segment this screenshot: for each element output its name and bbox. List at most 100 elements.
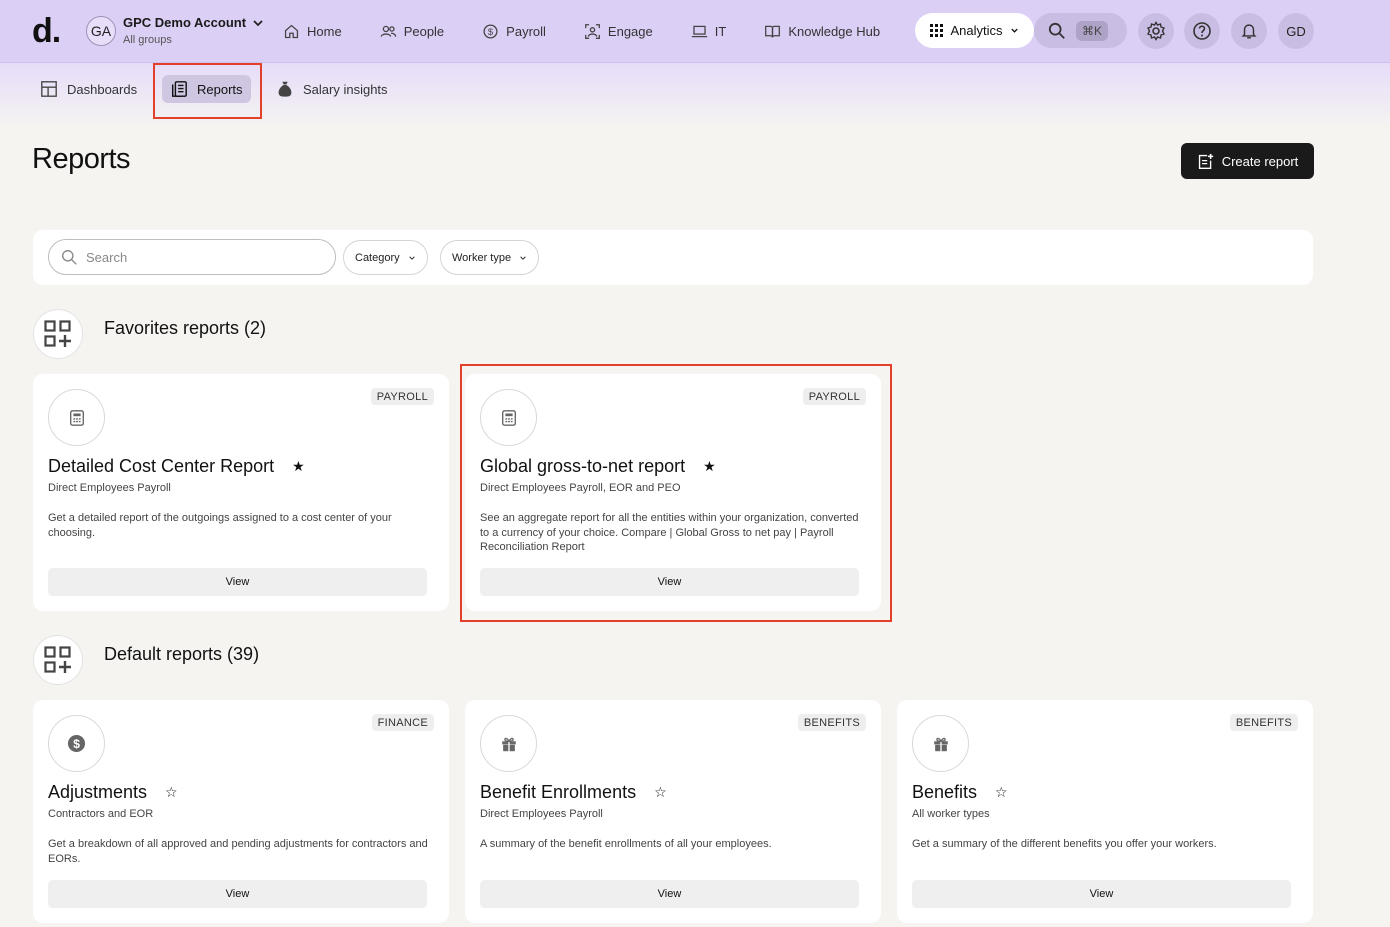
tab-label: Dashboards bbox=[67, 81, 138, 97]
nav-item-payroll[interactable]: $ Payroll bbox=[482, 23, 546, 40]
user-avatar-button[interactable]: GD bbox=[1278, 13, 1314, 49]
star-outline-icon[interactable]: ☆ bbox=[995, 784, 1008, 801]
account-avatar: GA bbox=[86, 16, 116, 46]
tab-label: Salary insights bbox=[303, 81, 388, 97]
people-icon bbox=[380, 25, 397, 37]
svg-text:$: $ bbox=[488, 27, 494, 37]
card-title[interactable]: Benefits bbox=[912, 782, 977, 803]
search-input[interactable] bbox=[86, 249, 306, 265]
tab-reports[interactable]: Reports bbox=[162, 75, 251, 103]
create-report-button[interactable]: Create report bbox=[1181, 143, 1314, 179]
view-button[interactable]: View bbox=[480, 568, 859, 596]
card-icon-wrapper bbox=[480, 715, 537, 772]
star-filled-icon[interactable]: ★ bbox=[703, 458, 716, 475]
nav-item-it[interactable]: IT bbox=[691, 23, 726, 40]
report-search[interactable] bbox=[48, 239, 336, 275]
nav-item-label: Payroll bbox=[506, 24, 546, 39]
calculator-icon bbox=[69, 409, 84, 426]
star-outline-icon[interactable]: ☆ bbox=[654, 784, 667, 801]
card-icon-wrapper: $ bbox=[48, 715, 105, 772]
chevron-down-icon bbox=[1010, 28, 1018, 33]
card-description: Get a detailed report of the outgoings a… bbox=[48, 512, 392, 539]
dollar-coin-icon: $ bbox=[67, 734, 86, 753]
user-initials: GD bbox=[1286, 23, 1306, 39]
view-button[interactable]: View bbox=[48, 568, 427, 596]
nav-item-engage[interactable]: Engage bbox=[584, 23, 653, 40]
analytics-menu-button[interactable]: Analytics bbox=[915, 13, 1034, 48]
star-outline-icon[interactable]: ☆ bbox=[165, 784, 178, 801]
card-title[interactable]: Global gross-to-net report bbox=[480, 456, 685, 477]
nav-item-home[interactable]: Home bbox=[283, 23, 342, 40]
laptop-icon bbox=[691, 25, 707, 38]
add-document-icon bbox=[1198, 153, 1213, 169]
nav-item-label: People bbox=[403, 24, 445, 39]
card-subtitle: All worker types bbox=[912, 808, 990, 820]
analytics-label: Analytics bbox=[950, 23, 1003, 38]
category-badge: PAYROLL bbox=[802, 388, 866, 405]
default-section-title: Default reports (39) bbox=[104, 644, 260, 664]
home-icon bbox=[284, 24, 299, 39]
card-subtitle: Direct Employees Payroll bbox=[480, 808, 603, 820]
book-icon bbox=[765, 25, 781, 38]
report-card: PAYROLL Global gross-to-net report ★ Dir… bbox=[465, 374, 881, 611]
card-subtitle: Direct Employees Payroll bbox=[48, 482, 171, 494]
deel-logo[interactable]: d. bbox=[32, 12, 61, 51]
tab-label: Reports bbox=[197, 81, 243, 97]
view-button[interactable]: View bbox=[912, 880, 1291, 908]
card-icon-wrapper bbox=[912, 715, 969, 772]
nav-item-knowledge-hub[interactable]: Knowledge Hub bbox=[764, 23, 880, 40]
card-icon-wrapper bbox=[48, 389, 105, 446]
account-name: GPC Demo Account bbox=[123, 15, 247, 31]
view-button[interactable]: View bbox=[48, 880, 427, 908]
help-button[interactable] bbox=[1184, 13, 1220, 49]
grid-add-icon bbox=[44, 646, 71, 673]
card-title[interactable]: Adjustments bbox=[48, 782, 147, 803]
main-nav: Home People $ Payroll Engage IT Knowledg… bbox=[283, 0, 918, 63]
grid-add-icon bbox=[44, 320, 71, 347]
category-label: Category bbox=[355, 251, 400, 264]
tab-salary-insights[interactable]: Salary insights bbox=[268, 75, 396, 103]
account-switcher[interactable]: GA GPC Demo Account All groups bbox=[86, 15, 264, 46]
tab-dashboards[interactable]: Dashboards bbox=[32, 75, 145, 103]
dashboard-icon bbox=[41, 81, 57, 97]
default-section-icon bbox=[33, 635, 83, 685]
report-card: PAYROLL Detailed Cost Center Report ★ Di… bbox=[33, 374, 449, 611]
search-icon bbox=[62, 249, 77, 265]
grid-icon bbox=[930, 24, 944, 37]
card-subtitle: Direct Employees Payroll, EOR and PEO bbox=[480, 482, 681, 494]
money-bag-icon bbox=[278, 81, 292, 97]
nav-item-label: Knowledge Hub bbox=[788, 24, 881, 39]
nav-item-label: Home bbox=[307, 24, 342, 39]
chevron-down-icon bbox=[408, 255, 415, 260]
view-button[interactable]: View bbox=[480, 880, 859, 908]
card-description: A summary of the benefit enrollments of … bbox=[480, 838, 772, 850]
sub-nav: Dashboards Reports Salary insights bbox=[0, 63, 1390, 128]
card-icon-wrapper bbox=[480, 389, 537, 446]
engage-icon bbox=[584, 24, 600, 39]
chevron-down-icon bbox=[520, 255, 526, 260]
category-badge: BENEFITS bbox=[1229, 714, 1298, 731]
filter-bar: Category Worker type bbox=[33, 230, 1313, 285]
card-description: See an aggregate report for all the enti… bbox=[480, 512, 859, 554]
nav-item-people[interactable]: People bbox=[380, 23, 444, 40]
card-description: Get a summary of the different benefits … bbox=[912, 838, 1217, 850]
page-title: Reports bbox=[32, 143, 131, 175]
global-search-button[interactable]: ⌘K bbox=[1034, 13, 1127, 48]
category-dropdown[interactable]: Category bbox=[343, 240, 428, 275]
gift-icon bbox=[501, 737, 516, 751]
category-badge: PAYROLL bbox=[370, 388, 434, 405]
create-report-label: Create report bbox=[1221, 153, 1299, 169]
worker-type-dropdown[interactable]: Worker type bbox=[440, 240, 540, 275]
card-title[interactable]: Detailed Cost Center Report bbox=[48, 456, 274, 477]
dollar-icon: $ bbox=[483, 24, 498, 39]
svg-text:$: $ bbox=[73, 737, 80, 751]
settings-button[interactable] bbox=[1138, 13, 1174, 49]
bell-icon bbox=[1241, 24, 1257, 39]
star-filled-icon[interactable]: ★ bbox=[292, 458, 305, 475]
favorites-section-icon bbox=[33, 309, 83, 359]
card-subtitle: Contractors and EOR bbox=[48, 808, 154, 820]
search-shortcut: ⌘K bbox=[1076, 20, 1109, 41]
report-card: BENEFITS Benefits ☆ All worker types Get… bbox=[897, 700, 1313, 923]
notifications-button[interactable] bbox=[1231, 13, 1267, 49]
card-title[interactable]: Benefit Enrollments bbox=[480, 782, 636, 803]
